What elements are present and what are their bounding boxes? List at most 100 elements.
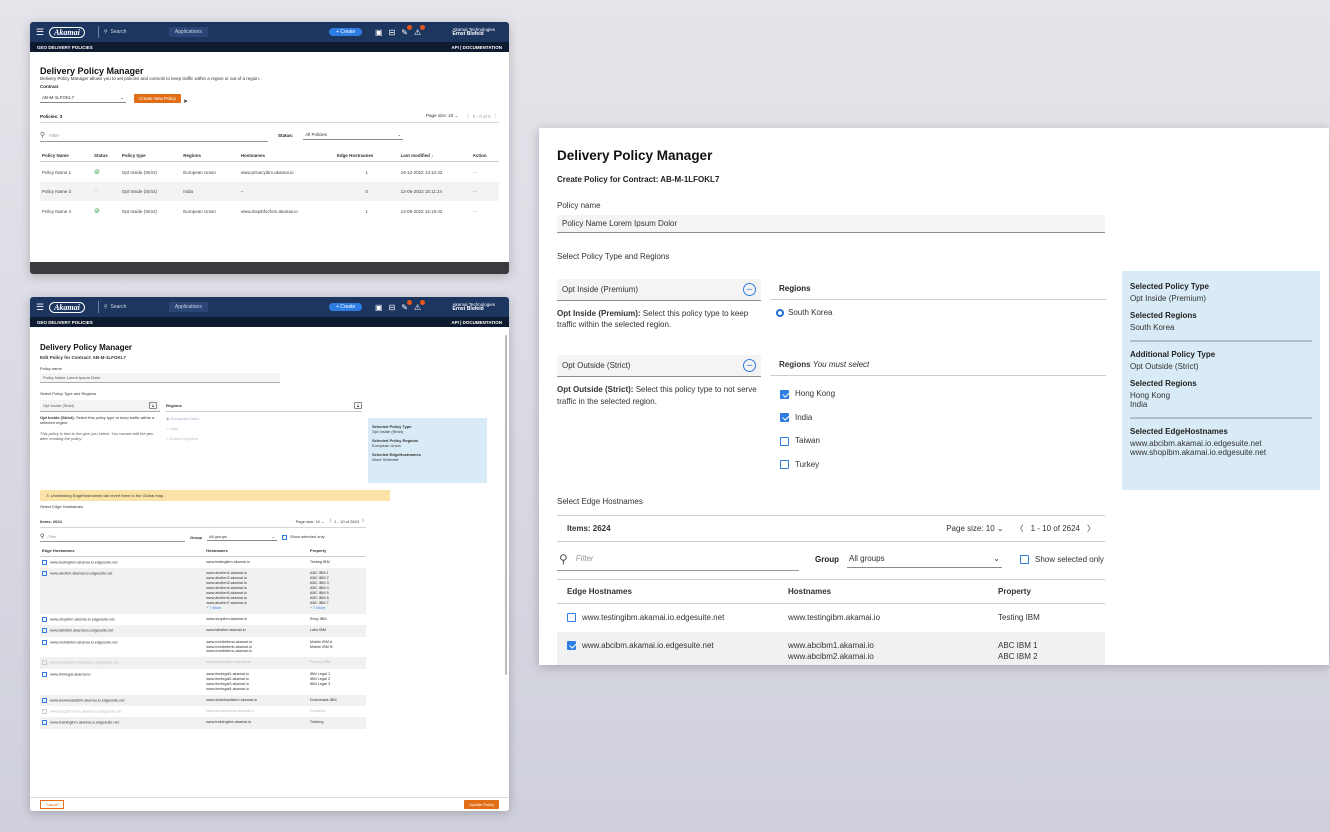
col-property[interactable]: Property xyxy=(307,545,366,557)
row-action-menu[interactable]: ··· xyxy=(471,162,499,183)
document-icon[interactable]: ▣ xyxy=(375,303,383,312)
row-checkbox[interactable] xyxy=(42,616,47,622)
chat-icon[interactable]: ✎ xyxy=(401,299,412,312)
policy-name[interactable]: Policy Name 1 xyxy=(40,162,92,183)
row-checkbox[interactable] xyxy=(567,613,576,623)
filter-input[interactable]: ⚲ Filter xyxy=(40,532,185,542)
policy-name-field[interactable]: Policy Name Lorem Ipsum Dolor xyxy=(40,373,280,383)
row-checkbox[interactable] xyxy=(42,660,47,666)
policy-name[interactable]: Policy Name 4 xyxy=(40,201,92,221)
update-policy-button[interactable]: Update Policy xyxy=(464,800,499,809)
col-property[interactable]: Property xyxy=(988,578,1105,604)
row-checkbox[interactable] xyxy=(567,640,576,650)
cart-icon[interactable]: ⊟ xyxy=(389,28,396,37)
table-row[interactable]: www.doqsbfocfom.akamai.io.edgesuite.net w… xyxy=(40,706,366,717)
next-page-icon[interactable]: 〉 xyxy=(1087,523,1095,534)
col-policy-name[interactable]: Policy Name xyxy=(40,150,92,162)
hamburger-icon[interactable]: ☰ xyxy=(36,302,44,312)
table-row[interactable]: www.abcibm.akamai.io.edgesuite.net www.ab… xyxy=(40,568,366,614)
create-button[interactable]: + Create xyxy=(329,303,363,311)
col-hostnames[interactable]: Hostnames xyxy=(778,578,988,604)
region-option[interactable]: India xyxy=(770,413,1106,423)
table-row[interactable]: www.ibmlegal.akamai.io www.ibmlegal1.akam… xyxy=(40,669,366,695)
table-row[interactable]: www.downloadsibm.akamai.io.edgesuite.net… xyxy=(40,694,366,706)
table-row[interactable]: www.testingibm.akamai.io.edgesuite.net w… xyxy=(557,603,1105,631)
col-edge-hostnames[interactable]: Edge Hostnames xyxy=(334,150,399,162)
policy-name[interactable]: Policy Name 3 xyxy=(40,182,92,201)
region-option[interactable]: Turkey xyxy=(770,460,1106,469)
row-checkbox[interactable] xyxy=(42,639,47,645)
alert-icon[interactable]: ⚠ xyxy=(414,299,426,312)
next-page-icon[interactable]: 〉 xyxy=(495,113,500,119)
contract-select[interactable]: AB-M-1LFOKL7 ⌄ xyxy=(40,94,126,103)
more-link[interactable]: + 7 More xyxy=(310,606,364,611)
col-regions[interactable]: Regions xyxy=(181,150,239,162)
row-checkbox[interactable] xyxy=(42,628,47,634)
next-page-icon[interactable]: 〉 xyxy=(362,518,366,524)
region-checkbox[interactable] xyxy=(780,459,789,469)
row-checkbox[interactable] xyxy=(42,571,47,577)
filter-input[interactable]: ⚲ Filter xyxy=(557,548,799,571)
col-edge-hostnames[interactable]: Edge Hostnames xyxy=(557,578,778,604)
row-checkbox[interactable] xyxy=(42,708,47,714)
region-checkbox[interactable] xyxy=(780,389,789,399)
page-size-select[interactable]: Page size: 10 ⌄ xyxy=(296,519,325,524)
group-select[interactable]: All groups ⌄ xyxy=(847,550,1002,569)
row-checkbox[interactable] xyxy=(42,671,47,677)
prev-page-icon[interactable]: 〈 xyxy=(1016,523,1024,534)
col-hostnames[interactable]: Hostnames xyxy=(204,545,308,557)
table-row[interactable]: Policy Name 3 ○ Opt Inside (Strict) Indi… xyxy=(40,182,499,201)
table-row[interactable]: Policy Name 1 ⊘ Opt Inside (Strict) Euro… xyxy=(40,162,499,183)
remove-policy-type-icon[interactable]: – xyxy=(743,283,756,296)
page-size-select[interactable]: Page size: 10 ⌄ xyxy=(946,524,1003,533)
prev-page-icon[interactable]: 〈 xyxy=(464,113,469,119)
col-last-modified[interactable]: Last modified ↓ xyxy=(398,150,471,162)
table-row[interactable]: www.mobileibm.akamai.io.edgesuite.net www… xyxy=(40,637,366,658)
applications-menu[interactable]: Applications xyxy=(168,302,208,312)
more-link[interactable]: + 7 More xyxy=(206,606,306,611)
col-status[interactable]: Status xyxy=(91,150,120,162)
policy-type-field[interactable]: Opt Outside (Strict) – xyxy=(557,355,761,378)
row-checkbox[interactable] xyxy=(42,697,47,703)
alert-icon[interactable]: ⚠ xyxy=(414,24,426,37)
row-action-menu[interactable]: ··· xyxy=(471,201,499,221)
table-row[interactable]: www.abcibm.akamai.io.edgesuite.net www.a… xyxy=(557,631,1105,665)
api-documentation-link[interactable]: API | DOCUMENTATION xyxy=(451,320,502,325)
table-row[interactable]: www.labsibm.akamai.io.edgesuite.net www.l… xyxy=(40,625,366,637)
create-button[interactable]: + Create xyxy=(329,28,363,36)
col-hostnames[interactable]: Hostnames xyxy=(238,150,335,162)
filter-input[interactable]: ⚲ Filter xyxy=(40,129,268,142)
row-checkbox[interactable] xyxy=(42,720,47,726)
policy-type-field[interactable]: Opt Inside (Premium) – xyxy=(557,279,761,301)
user-account[interactable]: Akamai Technologies Ernst Blofeld xyxy=(453,27,495,38)
remove-policy-type-icon[interactable]: – xyxy=(743,359,756,373)
col-edge-hostnames[interactable]: Edge Hostnames xyxy=(40,545,205,557)
table-row[interactable]: www.shopibm.akamai.io.edgesuite.net www.s… xyxy=(40,614,366,625)
group-select[interactable]: All groups ⌄ xyxy=(207,533,277,541)
region-checkbox[interactable] xyxy=(780,436,789,446)
col-policy-type[interactable]: Policy type xyxy=(119,150,182,162)
table-row[interactable]: www.privacyibm.akamai.io.edgesuite.net ww… xyxy=(40,657,366,669)
search-box[interactable]: ⚲ Search xyxy=(104,304,159,310)
show-selected-checkbox[interactable]: Show selected only xyxy=(282,534,324,540)
hamburger-icon[interactable]: ☰ xyxy=(36,27,44,37)
region-option[interactable]: Taiwan xyxy=(770,436,1106,446)
row-checkbox[interactable] xyxy=(42,560,47,565)
akamai-logo[interactable]: Akamai xyxy=(49,26,85,38)
create-new-policy-button[interactable]: Create New Policy xyxy=(134,94,182,103)
scrollbar[interactable] xyxy=(505,335,507,675)
akamai-logo[interactable]: Akamai xyxy=(49,301,85,313)
table-row[interactable]: www.testingibm.akamai.io.edgesuite.net ww… xyxy=(40,557,366,569)
user-account[interactable]: Akamai Technologies Ernst Blofeld xyxy=(453,302,495,313)
policy-name-field[interactable]: Policy Name Lorem Ipsum Dolor xyxy=(557,215,1105,233)
prev-page-icon[interactable]: 〈 xyxy=(327,518,331,524)
region-checkbox[interactable] xyxy=(780,413,789,423)
row-action-menu[interactable]: ··· xyxy=(470,182,499,201)
status-select[interactable]: All Policies ⌄ xyxy=(303,131,404,140)
page-size-select[interactable]: Page size: 10 ⌄ xyxy=(426,113,458,119)
cancel-button[interactable]: Cancel xyxy=(40,800,65,809)
region-option[interactable]: Hong Kong xyxy=(770,389,1106,399)
show-selected-checkbox[interactable]: Show selected only xyxy=(1020,555,1104,565)
chat-icon[interactable]: ✎ xyxy=(401,24,412,37)
search-box[interactable]: ⚲ Search xyxy=(104,29,159,35)
